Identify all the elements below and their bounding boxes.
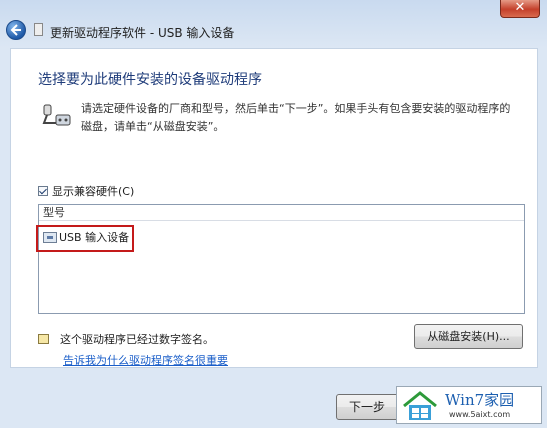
certificate-icon <box>38 334 49 344</box>
close-button[interactable]: ✕ <box>500 0 540 18</box>
signature-help-link[interactable]: 告诉我为什么驱动程序签名很重要 <box>63 352 228 368</box>
back-arrow-icon <box>10 24 21 36</box>
model-column-header[interactable]: 型号 <box>39 205 524 221</box>
close-icon: ✕ <box>514 0 526 15</box>
house-logo-icon <box>403 391 437 420</box>
driver-update-window: 更新驱动程序软件 - USB 输入设备 ✕ 选择要为此硬件安装的设备驱动程序 请… <box>0 0 547 428</box>
window-title: 更新驱动程序软件 - USB 输入设备 <box>50 26 235 40</box>
page-heading: 选择要为此硬件安装的设备驱动程序 <box>38 72 262 88</box>
hardware-device-icon <box>42 104 71 126</box>
device-manager-icon <box>34 23 43 36</box>
have-disk-button[interactable]: 从磁盘安装(H)... <box>414 324 523 349</box>
title-bar: 更新驱动程序软件 - USB 输入设备 ✕ <box>0 0 547 48</box>
model-list[interactable]: 型号 USB 输入设备 <box>38 204 525 314</box>
back-button[interactable] <box>6 20 26 40</box>
signature-row: 这个驱动程序已经过数字签名。 <box>38 331 214 347</box>
show-compatible-checkbox[interactable] <box>38 186 48 196</box>
instruction-text: 请选定硬件设备的厂商和型号，然后单击“下一步”。如果手头有包含要安装的驱动程序的… <box>81 102 511 133</box>
show-compatible-hardware[interactable]: 显示兼容硬件(C) <box>38 183 134 199</box>
show-compatible-label: 显示兼容硬件(C) <box>52 185 135 198</box>
wizard-content: 选择要为此硬件安装的设备驱动程序 请选定硬件设备的厂商和型号，然后单击“下一步”… <box>10 48 538 368</box>
watermark-url: www.5aixt.com <box>449 410 511 419</box>
signature-text: 这个驱动程序已经过数字签名。 <box>60 333 214 346</box>
watermark-title: Win7家园 <box>445 391 515 409</box>
highlight-annotation <box>36 225 134 252</box>
site-watermark: Win7家园 www.5aixt.com <box>396 386 542 424</box>
